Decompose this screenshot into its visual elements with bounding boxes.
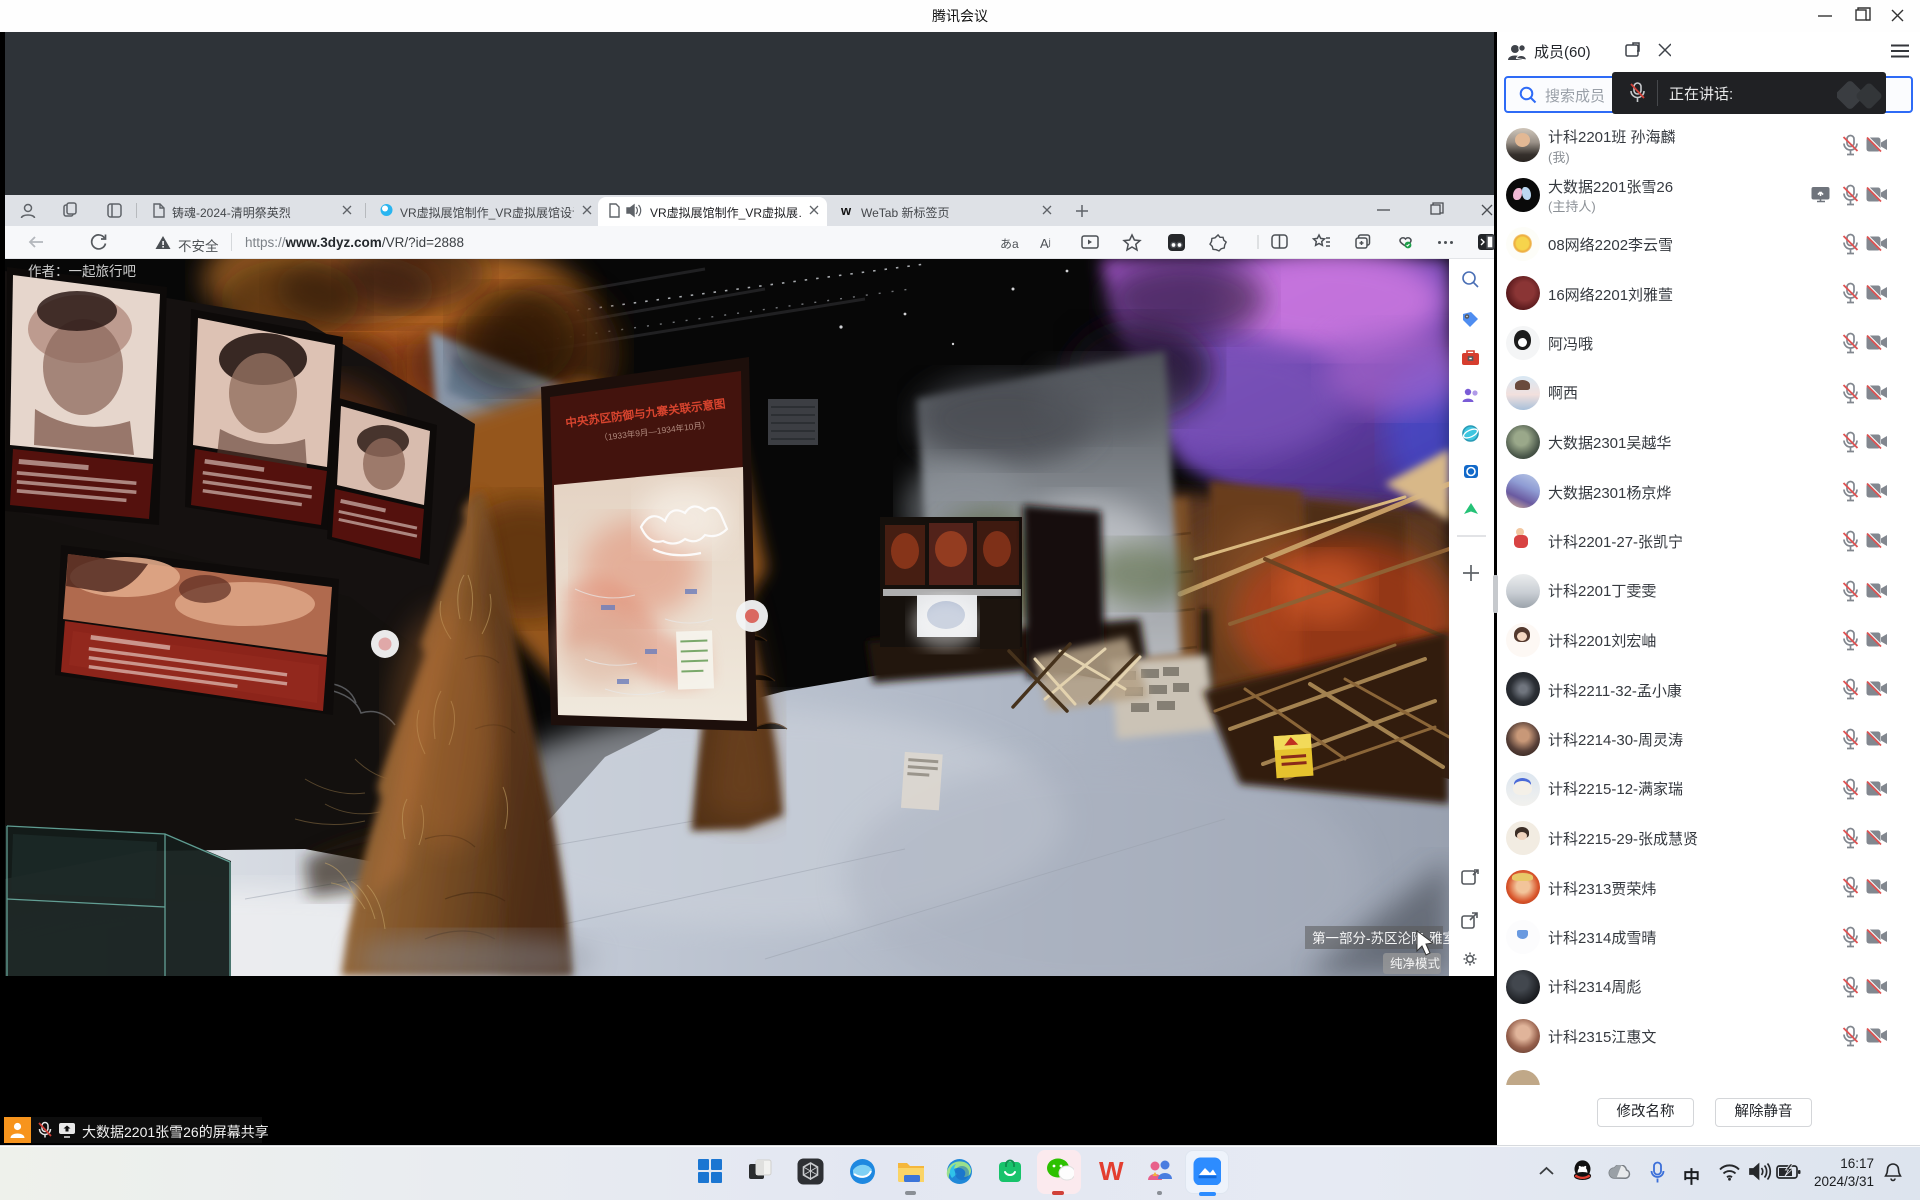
- svg-text:あa: あa: [1000, 237, 1019, 251]
- svg-text:Aʲ: Aʲ: [1040, 236, 1051, 251]
- svg-text:纯净模式: 纯净模式: [1390, 957, 1441, 971]
- svg-text:W: W: [1099, 1158, 1124, 1186]
- svg-text:w: w: [841, 203, 852, 217]
- svg-text:作者：一起旅行吧: 作者：一起旅行吧: [28, 264, 136, 279]
